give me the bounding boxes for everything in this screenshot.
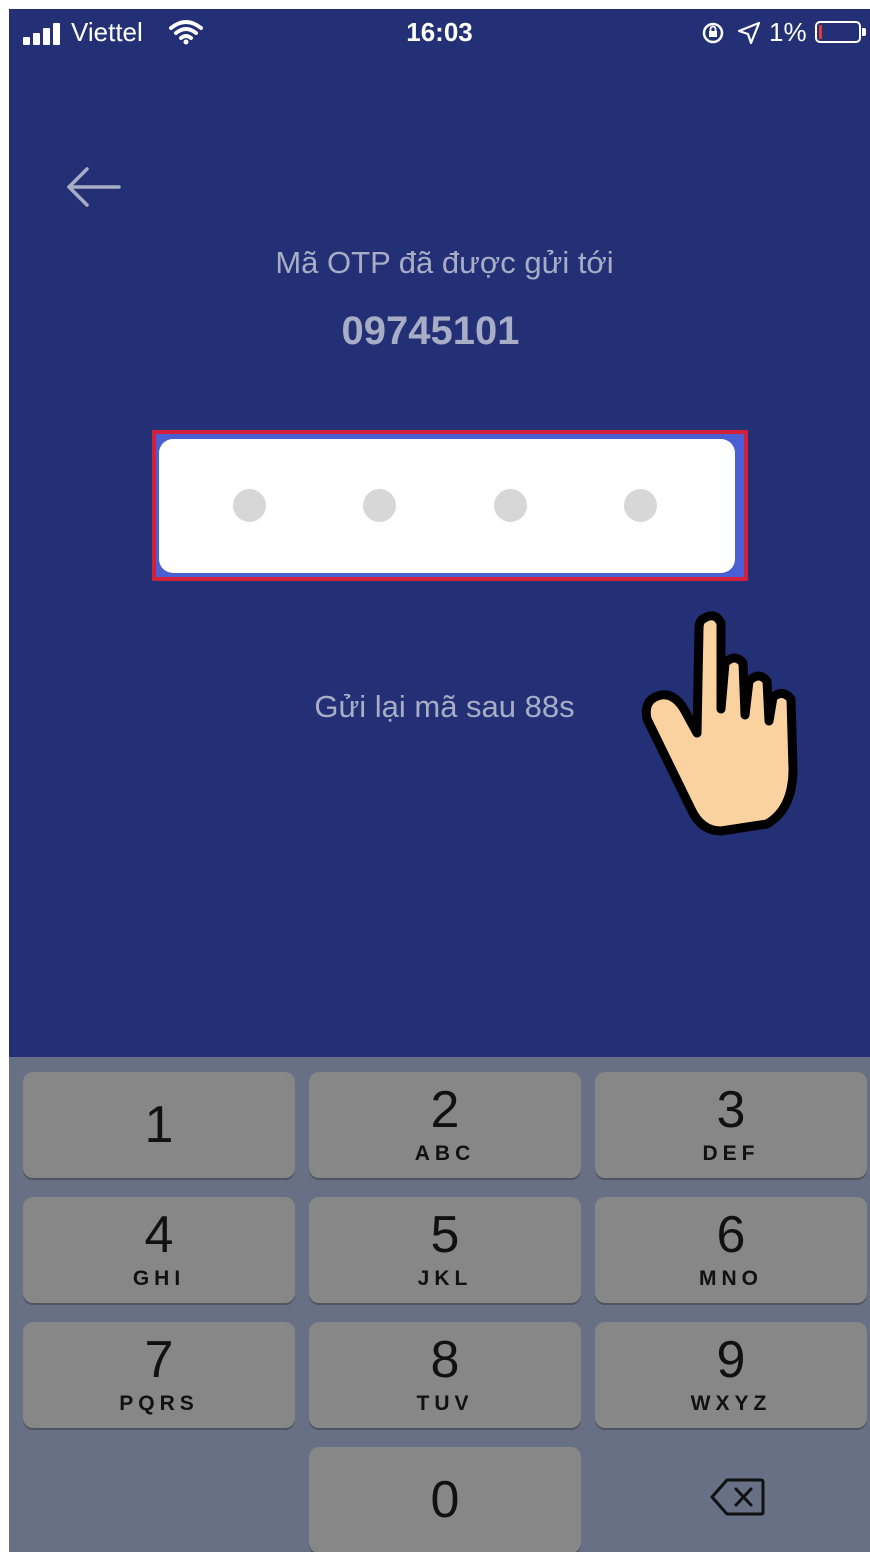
key-letters: PQRS bbox=[119, 1392, 199, 1415]
key-digit: 8 bbox=[430, 1331, 460, 1389]
key-letters: GHI bbox=[132, 1267, 186, 1290]
key-7[interactable]: 7 PQRS bbox=[23, 1322, 295, 1428]
key-4[interactable]: 4 GHI bbox=[23, 1197, 295, 1303]
phone-number: 09745101 bbox=[341, 309, 520, 353]
location-icon bbox=[737, 21, 761, 45]
battery-icon bbox=[815, 21, 866, 43]
key-letters: TUV bbox=[416, 1392, 474, 1415]
key-digit: 5 bbox=[430, 1206, 460, 1264]
otp-digit-dot bbox=[624, 489, 657, 522]
otp-screen: Viettel 16:03 1% Mã OTP đã được gửi tới … bbox=[9, 9, 870, 1552]
otp-digit-dot bbox=[494, 489, 527, 522]
key-1[interactable]: 1 bbox=[23, 1072, 295, 1178]
status-bar: Viettel 16:03 1% bbox=[9, 9, 870, 57]
battery-percent: 1% bbox=[769, 17, 807, 47]
key-digit: 2 bbox=[430, 1081, 460, 1139]
key-digit: 7 bbox=[144, 1331, 174, 1389]
key-2[interactable]: 2 ABC bbox=[309, 1072, 581, 1178]
key-digit: 3 bbox=[716, 1081, 746, 1139]
arrow-left-icon[interactable] bbox=[59, 159, 129, 215]
backspace-icon[interactable] bbox=[709, 1477, 765, 1517]
key-digit: 6 bbox=[716, 1206, 746, 1264]
key-6[interactable]: 6 MNO bbox=[595, 1197, 867, 1303]
otp-digit-dot bbox=[363, 489, 396, 522]
key-letters: DEF bbox=[702, 1142, 760, 1165]
key-3[interactable]: 3 DEF bbox=[595, 1072, 867, 1178]
key-9[interactable]: 9 WXYZ bbox=[595, 1322, 867, 1428]
key-digit: 1 bbox=[144, 1096, 174, 1154]
key-5[interactable]: 5 JKL bbox=[309, 1197, 581, 1303]
key-letters: WXYZ bbox=[690, 1392, 772, 1415]
key-letters: JKL bbox=[417, 1267, 473, 1290]
orientation-lock-icon bbox=[702, 22, 724, 44]
key-letters: MNO bbox=[699, 1267, 763, 1290]
otp-digit-dot bbox=[233, 489, 266, 522]
otp-sent-label: Mã OTP đã được gửi tới bbox=[275, 245, 614, 280]
key-8[interactable]: 8 TUV bbox=[309, 1322, 581, 1428]
pointing-hand-icon bbox=[641, 611, 798, 836]
key-digit: 4 bbox=[144, 1206, 174, 1264]
key-digit: 9 bbox=[716, 1331, 746, 1389]
key-letters: ABC bbox=[414, 1142, 476, 1165]
key-digit: 0 bbox=[430, 1471, 460, 1529]
key-0[interactable]: 0 bbox=[309, 1447, 581, 1552]
